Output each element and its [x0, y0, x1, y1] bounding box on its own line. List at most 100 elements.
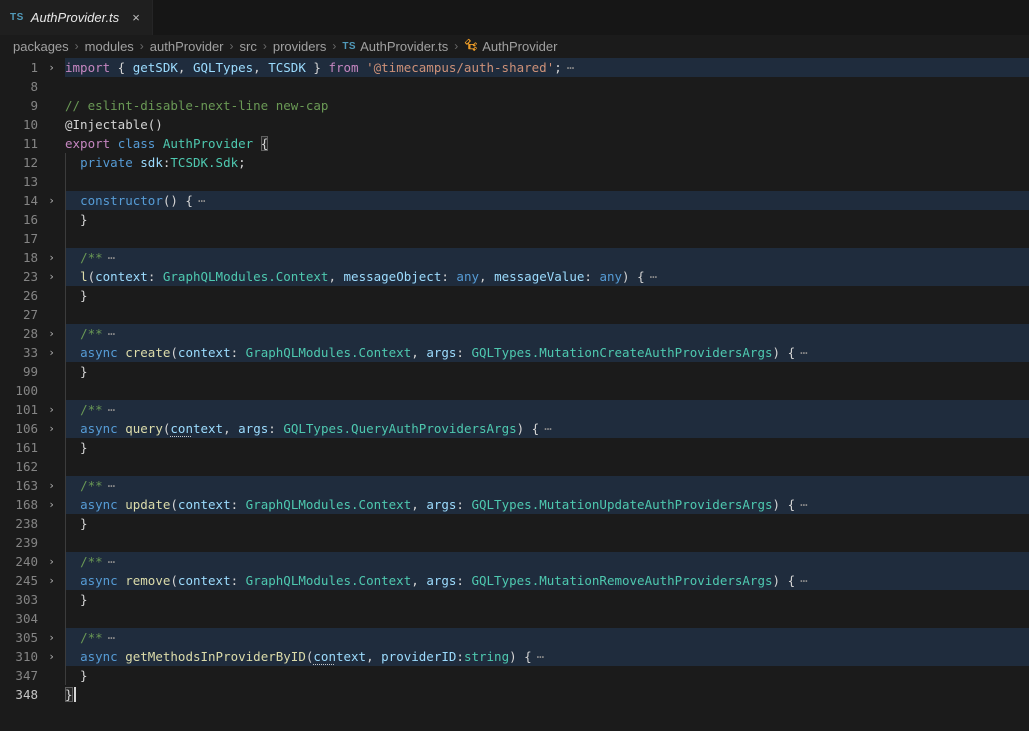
code-text[interactable]: l(context: GraphQLModules.Context, messa… — [65, 267, 1029, 286]
code-text[interactable] — [65, 77, 1029, 96]
code-line[interactable]: 305› /**⋯ — [0, 628, 1029, 647]
code-line[interactable]: 23› l(context: GraphQLModules.Context, m… — [0, 267, 1029, 286]
code-text[interactable]: } — [65, 685, 1029, 704]
breadcrumb-item-modules[interactable]: modules — [85, 39, 134, 54]
fold-ellipsis[interactable]: ⋯ — [537, 649, 546, 664]
code-text[interactable] — [65, 229, 1029, 248]
code-text[interactable]: async query(context, args: GQLTypes.Quer… — [65, 419, 1029, 438]
breadcrumb-item-authProvider[interactable]: authProvider — [150, 39, 224, 54]
fold-ellipsis[interactable]: ⋯ — [108, 478, 117, 493]
fold-chevron-icon[interactable]: › — [38, 419, 65, 438]
fold-ellipsis[interactable]: ⋯ — [650, 269, 659, 284]
code-line[interactable]: 8 — [0, 77, 1029, 96]
code-line[interactable]: 13 — [0, 172, 1029, 191]
fold-chevron-icon[interactable]: › — [38, 628, 65, 647]
breadcrumb-item-symbol[interactable]: AuthProvider — [464, 37, 557, 55]
code-line[interactable]: 168› async update(context: GraphQLModule… — [0, 495, 1029, 514]
code-line[interactable]: 310› async getMethodsInProviderByID(cont… — [0, 647, 1029, 666]
code-text[interactable]: export class AuthProvider { — [65, 134, 1029, 153]
code-line[interactable]: 101› /**⋯ — [0, 400, 1029, 419]
code-line[interactable]: 9// eslint-disable-next-line new-cap — [0, 96, 1029, 115]
code-text[interactable] — [65, 305, 1029, 324]
code-text[interactable]: async getMethodsInProviderByID(context, … — [65, 647, 1029, 666]
breadcrumb-item-src[interactable]: src — [240, 39, 257, 54]
code-line[interactable]: 12 private sdk:TCSDK.Sdk; — [0, 153, 1029, 172]
code-line[interactable]: 245› async remove(context: GraphQLModule… — [0, 571, 1029, 590]
fold-chevron-icon[interactable]: › — [38, 571, 65, 590]
code-text[interactable]: } — [65, 362, 1029, 381]
fold-chevron-icon[interactable]: › — [38, 267, 65, 286]
code-line[interactable]: 347 } — [0, 666, 1029, 685]
code-line[interactable]: 348} — [0, 685, 1029, 704]
fold-ellipsis[interactable]: ⋯ — [108, 326, 117, 341]
code-text[interactable]: import { getSDK, GQLTypes, TCSDK } from … — [65, 58, 1029, 77]
code-line[interactable]: 161 } — [0, 438, 1029, 457]
code-line[interactable]: 162 — [0, 457, 1029, 476]
editor[interactable]: 1›import { getSDK, GQLTypes, TCSDK } fro… — [0, 57, 1029, 731]
code-line[interactable]: 14› constructor() {⋯ — [0, 191, 1029, 210]
fold-ellipsis[interactable]: ⋯ — [800, 573, 809, 588]
code-text[interactable]: } — [65, 286, 1029, 305]
fold-chevron-icon[interactable]: › — [38, 191, 65, 210]
code-line[interactable]: 106› async query(context, args: GQLTypes… — [0, 419, 1029, 438]
close-icon[interactable]: × — [132, 11, 140, 24]
code-line[interactable]: 163› /**⋯ — [0, 476, 1029, 495]
code-line[interactable]: 240› /**⋯ — [0, 552, 1029, 571]
fold-ellipsis[interactable]: ⋯ — [108, 250, 117, 265]
breadcrumb-item-packages[interactable]: packages — [13, 39, 69, 54]
fold-chevron-icon[interactable]: › — [38, 324, 65, 343]
code-line[interactable]: 239 — [0, 533, 1029, 552]
code-line[interactable]: 26 } — [0, 286, 1029, 305]
code-text[interactable]: private sdk:TCSDK.Sdk; — [65, 153, 1029, 172]
code-text[interactable]: } — [65, 210, 1029, 229]
code-text[interactable]: /**⋯ — [65, 248, 1029, 267]
code-line[interactable]: 28› /**⋯ — [0, 324, 1029, 343]
breadcrumb-item-file[interactable]: TS AuthProvider.ts — [342, 39, 448, 54]
code-line[interactable]: 10@Injectable() — [0, 115, 1029, 134]
code-line[interactable]: 27 — [0, 305, 1029, 324]
fold-ellipsis[interactable]: ⋯ — [108, 554, 117, 569]
code-text[interactable]: /**⋯ — [65, 552, 1029, 571]
code-text[interactable]: constructor() {⋯ — [65, 191, 1029, 210]
tab-authprovider[interactable]: TS AuthProvider.ts × — [0, 0, 153, 35]
fold-ellipsis[interactable]: ⋯ — [544, 421, 553, 436]
code-text[interactable] — [65, 457, 1029, 476]
code-text[interactable] — [65, 609, 1029, 628]
fold-chevron-icon[interactable]: › — [38, 476, 65, 495]
fold-chevron-icon[interactable]: › — [38, 343, 65, 362]
fold-chevron-icon[interactable]: › — [38, 495, 65, 514]
code-text[interactable] — [65, 533, 1029, 552]
code-text[interactable]: } — [65, 590, 1029, 609]
code-text[interactable] — [65, 172, 1029, 191]
code-line[interactable]: 18› /**⋯ — [0, 248, 1029, 267]
code-line[interactable]: 304 — [0, 609, 1029, 628]
code-text[interactable]: } — [65, 514, 1029, 533]
fold-chevron-icon[interactable]: › — [38, 400, 65, 419]
code-text[interactable]: async create(context: GraphQLModules.Con… — [65, 343, 1029, 362]
code-line[interactable]: 16 } — [0, 210, 1029, 229]
code-text[interactable]: @Injectable() — [65, 115, 1029, 134]
code-text[interactable]: } — [65, 666, 1029, 685]
fold-ellipsis[interactable]: ⋯ — [108, 630, 117, 645]
fold-ellipsis[interactable]: ⋯ — [198, 193, 207, 208]
fold-ellipsis[interactable]: ⋯ — [800, 497, 809, 512]
code-line[interactable]: 11export class AuthProvider { — [0, 134, 1029, 153]
fold-chevron-icon[interactable]: › — [38, 552, 65, 571]
code-text[interactable]: } — [65, 438, 1029, 457]
fold-chevron-icon[interactable]: › — [38, 58, 65, 77]
code-text[interactable]: // eslint-disable-next-line new-cap — [65, 96, 1029, 115]
fold-chevron-icon[interactable]: › — [38, 248, 65, 267]
fold-ellipsis[interactable]: ⋯ — [108, 402, 117, 417]
code-text[interactable]: /**⋯ — [65, 400, 1029, 419]
code-text[interactable]: /**⋯ — [65, 628, 1029, 647]
code-text[interactable]: /**⋯ — [65, 476, 1029, 495]
fold-ellipsis[interactable]: ⋯ — [800, 345, 809, 360]
code-line[interactable]: 238 } — [0, 514, 1029, 533]
fold-ellipsis[interactable]: ⋯ — [567, 60, 576, 75]
code-text[interactable] — [65, 381, 1029, 400]
code-text[interactable]: /**⋯ — [65, 324, 1029, 343]
code-line[interactable]: 100 — [0, 381, 1029, 400]
fold-chevron-icon[interactable]: › — [38, 647, 65, 666]
code-line[interactable]: 303 } — [0, 590, 1029, 609]
code-text[interactable]: async update(context: GraphQLModules.Con… — [65, 495, 1029, 514]
